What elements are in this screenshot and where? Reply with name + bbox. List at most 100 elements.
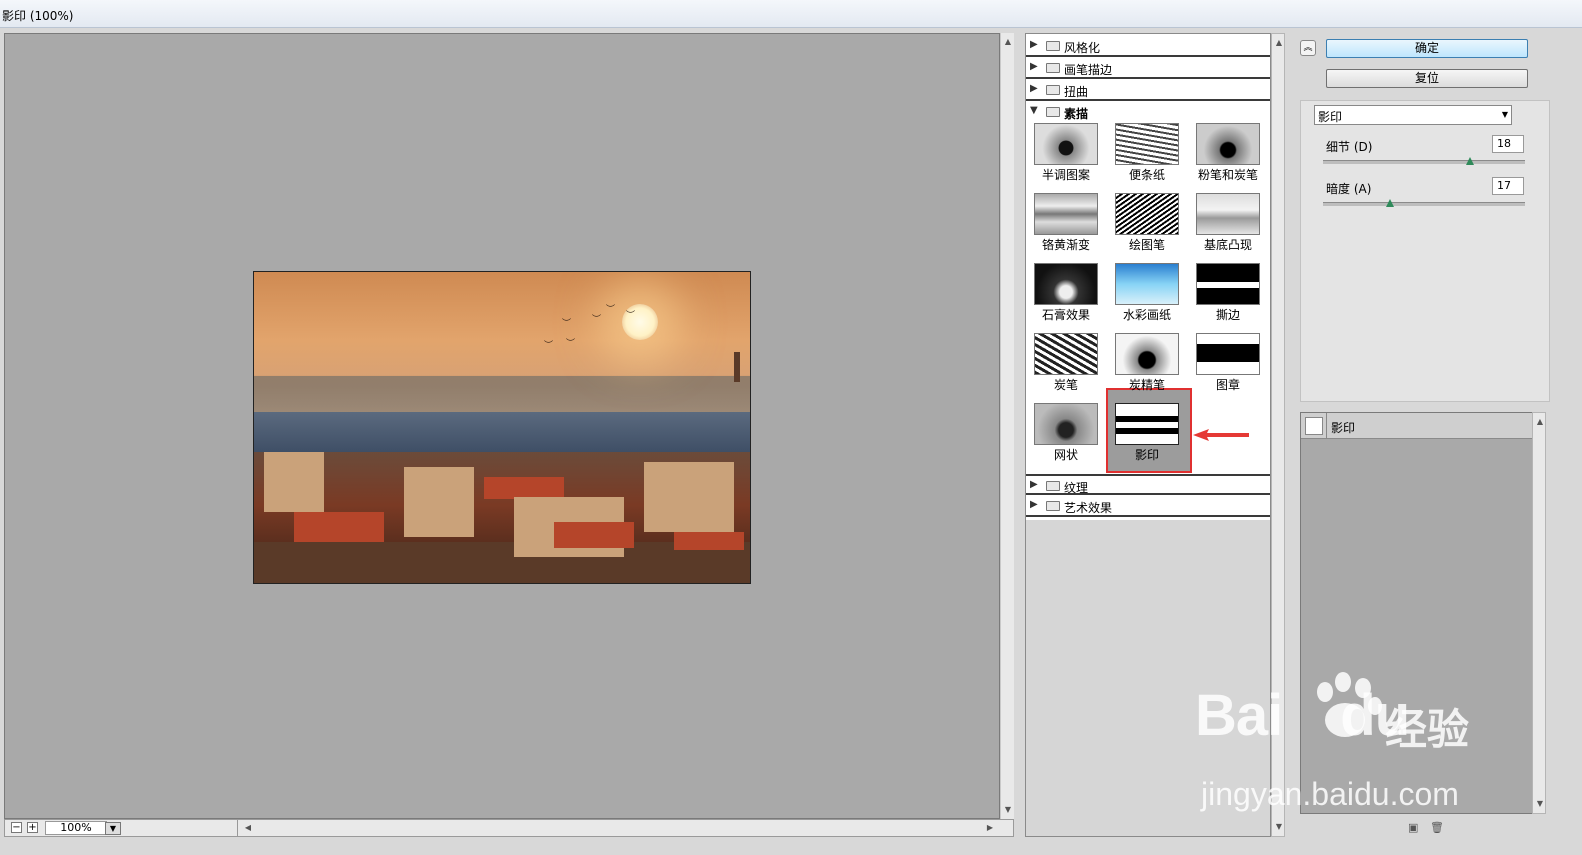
zoom-level-field[interactable]: 100% [45, 821, 107, 835]
photo-bird: ︶ [562, 319, 572, 329]
expand-triangle-icon[interactable]: ▶ [1030, 499, 1038, 510]
scroll-down-icon[interactable]: ▼ [1001, 805, 1015, 814]
filter-thumb[interactable]: 撕边 [1188, 261, 1268, 331]
filter-thumb[interactable]: 网状 [1026, 401, 1106, 471]
baidu-watermark: Bai du 经验 jingyan.baidu.com [1195, 672, 1495, 822]
expand-triangle-icon[interactable]: ▶ [1030, 61, 1038, 72]
filter-thumb-label: 半调图案 [1041, 168, 1090, 182]
effect-layer-row[interactable]: 影印 [1301, 413, 1533, 439]
preview-vertical-scrollbar[interactable]: ▲ ▼ [1000, 33, 1014, 819]
folder-icon [1046, 481, 1060, 491]
folder-icon [1046, 63, 1060, 73]
category-distort[interactable]: ▶ 扭曲 [1026, 80, 1270, 101]
filter-thumb-label: 粉笔和炭笔 [1197, 168, 1258, 182]
filter-thumb-label: 撕边 [1215, 308, 1240, 322]
filter-thumb-image [1115, 123, 1179, 165]
paw-icon [1317, 672, 1382, 737]
zoom-dropdown-icon[interactable]: ▼ [105, 822, 121, 835]
filter-thumb[interactable]: 图章 [1188, 331, 1268, 401]
photo-bird: ︶ [626, 311, 636, 321]
photo-bird: ︶ [544, 341, 554, 351]
layers-vertical-scrollbar[interactable]: ▲ ▼ [1532, 412, 1546, 814]
scroll-right-icon[interactable]: ▶ [983, 823, 997, 832]
filter-thumb[interactable]: 便条纸 [1107, 121, 1187, 191]
expand-triangle-icon[interactable]: ▶ [1030, 39, 1038, 50]
darkness-slider-handle[interactable] [1386, 199, 1394, 207]
darkness-value-field[interactable]: 17 [1492, 177, 1524, 195]
category-label: 风格化 [1064, 41, 1101, 55]
filter-thumb-label: 炭笔 [1053, 378, 1078, 392]
detail-slider-handle[interactable] [1466, 157, 1474, 165]
scroll-up-icon[interactable]: ▲ [1533, 417, 1547, 426]
detail-label: 细节 (D) [1326, 140, 1373, 154]
filter-thumb[interactable]: 基底凸现 [1188, 191, 1268, 261]
filter-thumb[interactable]: 粉笔和炭笔 [1188, 121, 1268, 191]
scroll-down-icon[interactable]: ▼ [1533, 799, 1547, 808]
filter-thumb-label: 基底凸现 [1203, 238, 1252, 252]
filter-thumb-label: 铬黄渐变 [1041, 238, 1090, 252]
category-label: 纹理 [1064, 481, 1089, 495]
filter-thumb-label: 网状 [1053, 448, 1078, 462]
filter-thumb-image [1034, 263, 1098, 305]
filter-thumb-label: 便条纸 [1128, 168, 1165, 182]
collapse-gallery-icon[interactable]: ︽ [1300, 40, 1316, 56]
category-label: 艺术效果 [1064, 501, 1113, 515]
filter-thumb[interactable]: 炭笔 [1026, 331, 1106, 401]
detail-slider[interactable] [1323, 157, 1525, 165]
filter-thumb[interactable]: 炭精笔 [1107, 331, 1187, 401]
category-label: 扭曲 [1064, 85, 1089, 99]
ok-button[interactable]: 确定 [1326, 39, 1528, 58]
reset-button[interactable]: 复位 [1326, 69, 1528, 88]
filter-thumb[interactable]: 石膏效果 [1026, 261, 1106, 331]
category-artistic[interactable]: ▶ 艺术效果 [1026, 496, 1270, 517]
filter-thumb-image [1115, 333, 1179, 375]
visibility-eye-icon[interactable] [1305, 417, 1323, 435]
filter-thumb-image [1115, 193, 1179, 235]
filter-select[interactable]: 影印 ▼ [1314, 105, 1512, 125]
collapse-triangle-icon[interactable]: ▼ [1030, 105, 1038, 116]
folder-icon [1046, 501, 1060, 511]
darkness-slider[interactable] [1323, 199, 1525, 207]
expand-triangle-icon[interactable]: ▶ [1030, 83, 1038, 94]
category-brush-strokes[interactable]: ▶ 画笔描边 [1026, 58, 1270, 79]
watermark-cn-text: 经验 [1385, 705, 1470, 754]
zoom-in-button[interactable]: + [27, 822, 38, 833]
filter-thumb[interactable]: 水彩画纸 [1107, 261, 1187, 331]
filter-thumb-label: 影印 [1134, 448, 1159, 462]
scroll-down-icon[interactable]: ▼ [1272, 822, 1286, 831]
effect-layer-name: 影印 [1331, 421, 1356, 435]
preview-image: ︶ ︶ ︶ ︶ ︶ ︶ [253, 271, 751, 584]
filter-thumb-image [1196, 123, 1260, 165]
scroll-up-icon[interactable]: ▲ [1272, 38, 1286, 47]
filter-thumb-label: 绘图笔 [1128, 238, 1165, 252]
delete-effect-layer-icon[interactable]: 🗑 [1430, 821, 1444, 834]
zoom-out-button[interactable]: − [11, 822, 22, 833]
detail-value-field[interactable]: 18 [1492, 135, 1524, 153]
photo-bird: ︶ [606, 305, 616, 315]
folder-icon [1046, 85, 1060, 95]
photo-skyline [254, 376, 750, 414]
filter-thumb-image [1034, 193, 1098, 235]
expand-triangle-icon[interactable]: ▶ [1030, 479, 1038, 490]
scroll-left-icon[interactable]: ◀ [241, 823, 255, 832]
new-effect-layer-icon[interactable]: ▣ [1408, 821, 1418, 834]
zoom-bar: − + 100% ▼ ◀ ▶ [4, 819, 1014, 837]
filter-thumb-label: 水彩画纸 [1122, 308, 1171, 322]
filter-thumb[interactable]: 绘图笔 [1107, 191, 1187, 261]
category-stylize[interactable]: ▶ 风格化 [1026, 36, 1270, 57]
filter-thumb[interactable]: 铬黄渐变 [1026, 191, 1106, 261]
chevron-down-icon[interactable]: ▼ [1502, 110, 1508, 119]
scroll-up-icon[interactable]: ▲ [1001, 37, 1015, 46]
category-texture[interactable]: ▶ 纹理 [1026, 474, 1270, 495]
filter-thumb[interactable]: 半调图案 [1026, 121, 1106, 191]
filter-thumb-image [1034, 403, 1098, 445]
filter-thumb-image [1115, 403, 1179, 445]
category-sketch[interactable]: ▼ 素描 [1026, 102, 1270, 123]
title-bar: 影印 (100%) [0, 0, 1582, 28]
filter-thumb[interactable]: 影印 [1107, 401, 1187, 471]
window-title: 影印 (100%) [2, 9, 74, 23]
filter-thumb-image [1196, 263, 1260, 305]
filter-thumb-image [1034, 123, 1098, 165]
filter-thumb-label: 石膏效果 [1041, 308, 1090, 322]
photo-bird: ︶ [566, 339, 576, 349]
